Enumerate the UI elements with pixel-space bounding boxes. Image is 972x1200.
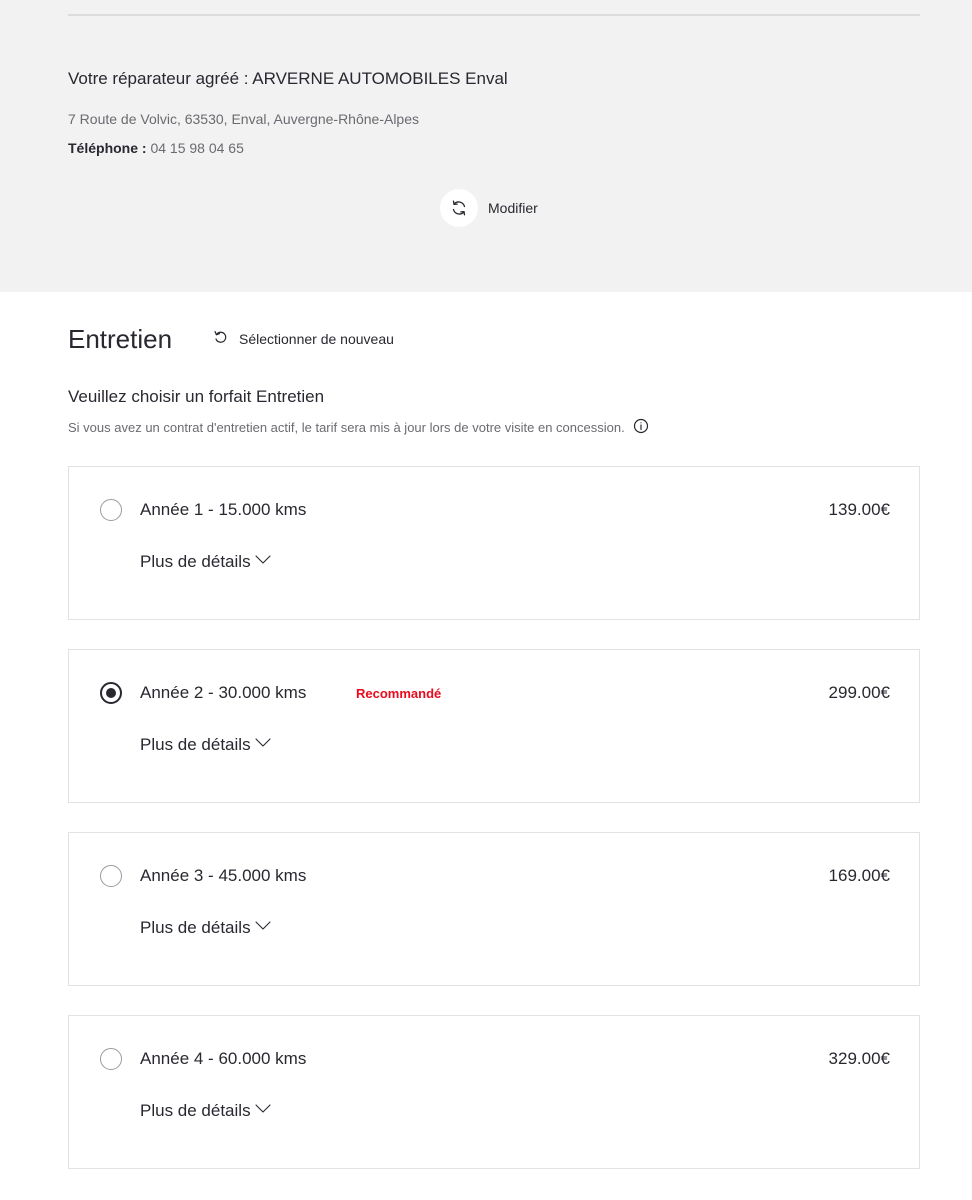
details-label: Plus de détails [140, 735, 251, 754]
package-name: Année 4 - 60.000 kms [140, 1049, 307, 1068]
details-toggle[interactable]: Plus de détails [140, 1100, 272, 1122]
package-radio[interactable] [100, 499, 122, 521]
chevron-down-icon [254, 1102, 272, 1120]
recommended-badge: Recommandé [356, 686, 442, 701]
package-name: Année 3 - 45.000 kms [140, 866, 307, 885]
dealer-phone: Téléphone : 04 15 98 04 65 [68, 140, 244, 156]
phone-value: 04 15 98 04 65 [146, 140, 244, 156]
choose-heading: Veuillez choisir un forfait Entretien [68, 387, 325, 406]
dealer-address: 7 Route de Volvic, 63530, Enval, Auvergn… [68, 111, 420, 127]
details-label: Plus de détails [140, 1101, 251, 1120]
reselect-button[interactable]: Sélectionner de nouveau [213, 329, 394, 349]
chevron-down-icon [254, 553, 272, 571]
details-toggle[interactable]: Plus de détails [140, 734, 272, 756]
package-price: 169.00€ [828, 866, 890, 885]
details-toggle[interactable]: Plus de détails [140, 917, 272, 939]
package-name: Année 2 - 30.000 kms [140, 683, 307, 702]
refresh-icon [440, 189, 478, 227]
choose-note-text: Si vous avez un contrat d'entretien acti… [68, 419, 625, 435]
dealer-title: Votre réparateur agréé : ARVERNE AUTOMOB… [68, 69, 508, 88]
choose-note: Si vous avez un contrat d'entretien acti… [68, 418, 649, 436]
chevron-down-icon [254, 736, 272, 754]
details-label: Plus de détails [140, 918, 251, 937]
package-card[interactable]: Année 4 - 60.000 kms 329.00€ Plus de dét… [68, 1015, 920, 1169]
package-radio[interactable] [100, 865, 122, 887]
package-price: 299.00€ [828, 683, 890, 702]
details-label: Plus de détails [140, 552, 251, 571]
reselect-label: Sélectionner de nouveau [239, 331, 394, 347]
chevron-down-icon [254, 919, 272, 937]
section-title: Entretien [68, 324, 173, 354]
info-icon[interactable] [633, 418, 649, 437]
undo-icon [213, 329, 229, 350]
package-card[interactable]: Année 3 - 45.000 kms 169.00€ Plus de dét… [68, 832, 920, 986]
package-price: 329.00€ [828, 1049, 890, 1068]
package-radio[interactable] [100, 682, 122, 704]
package-price: 139.00€ [828, 500, 890, 519]
divider [68, 14, 920, 16]
package-card[interactable]: Année 1 - 15.000 kms 139.00€ Plus de dét… [68, 466, 920, 620]
details-toggle[interactable]: Plus de détails [140, 551, 272, 573]
phone-label: Téléphone : [68, 140, 147, 156]
package-name: Année 1 - 15.000 kms [140, 500, 307, 519]
dealer-panel: Votre réparateur agréé : ARVERNE AUTOMOB… [0, 0, 972, 292]
package-card[interactable]: Année 2 - 30.000 kms Recommandé 299.00€ … [68, 649, 920, 803]
modify-dealer-button[interactable]: Modifier [440, 189, 538, 227]
modify-label: Modifier [488, 200, 538, 216]
package-radio[interactable] [100, 1048, 122, 1070]
